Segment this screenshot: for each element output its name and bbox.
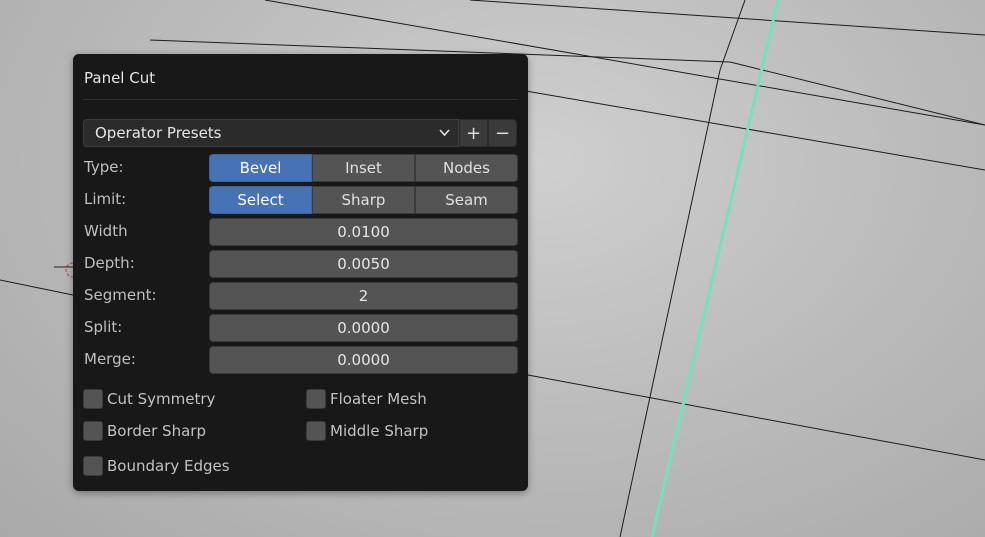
selected-edge: [650, 0, 780, 537]
merge-label: Merge:: [84, 350, 136, 368]
operator-presets-label: Operator Presets: [95, 124, 222, 142]
width-field[interactable]: 0.0100: [209, 218, 518, 246]
cut-symmetry-label: Cut Symmetry: [107, 390, 216, 408]
segment-field[interactable]: 2: [209, 282, 518, 310]
type-option-inset[interactable]: Inset: [312, 154, 415, 182]
depth-label: Depth:: [84, 254, 135, 272]
operator-presets-dropdown[interactable]: Operator Presets: [83, 119, 459, 147]
panel-cut-operator-panel: Panel Cut Operator Presets + − Type: Bev…: [73, 54, 528, 491]
type-option-nodes[interactable]: Nodes: [415, 154, 518, 182]
middle-sharp-checkbox[interactable]: Middle Sharp: [306, 421, 428, 441]
panel-title: Panel Cut: [84, 69, 156, 87]
type-option-bevel[interactable]: Bevel: [209, 154, 312, 182]
merge-field[interactable]: 0.0000: [209, 346, 518, 374]
title-divider: [83, 99, 518, 100]
depth-field[interactable]: 0.0050: [209, 250, 518, 278]
limit-selector: Select Sharp Seam: [209, 186, 518, 214]
middle-sharp-label: Middle Sharp: [330, 422, 429, 440]
chevron-down-icon: [439, 129, 450, 137]
floater-mesh-label: Floater Mesh: [330, 390, 427, 408]
split-field[interactable]: 0.0000: [209, 314, 518, 342]
width-label: Width: [84, 222, 128, 240]
limit-option-sharp[interactable]: Sharp: [312, 186, 415, 214]
checkbox-box[interactable]: [83, 456, 103, 476]
cut-symmetry-checkbox[interactable]: Cut Symmetry: [83, 389, 215, 409]
add-preset-button[interactable]: +: [459, 119, 488, 147]
floater-mesh-checkbox[interactable]: Floater Mesh: [306, 389, 427, 409]
limit-label: Limit:: [84, 190, 127, 208]
limit-option-seam[interactable]: Seam: [415, 186, 518, 214]
type-label: Type:: [84, 158, 124, 176]
limit-option-select[interactable]: Select: [209, 186, 312, 214]
remove-preset-button[interactable]: −: [488, 119, 517, 147]
boundary-edges-checkbox[interactable]: Boundary Edges: [83, 456, 230, 476]
border-sharp-checkbox[interactable]: Border Sharp: [83, 421, 206, 441]
boundary-edges-label: Boundary Edges: [107, 457, 230, 475]
checkbox-box[interactable]: [306, 421, 326, 441]
checkbox-box[interactable]: [83, 389, 103, 409]
segment-label: Segment:: [84, 286, 157, 304]
split-label: Split:: [84, 318, 123, 336]
checkbox-box[interactable]: [306, 389, 326, 409]
border-sharp-label: Border Sharp: [107, 422, 206, 440]
checkbox-box[interactable]: [83, 421, 103, 441]
type-selector: Bevel Inset Nodes: [209, 154, 518, 182]
